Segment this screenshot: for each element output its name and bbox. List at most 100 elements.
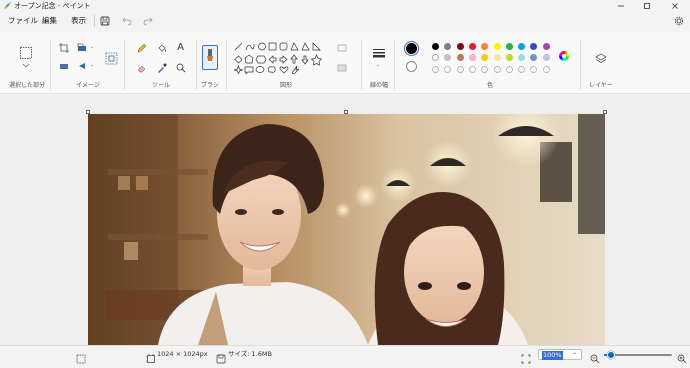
color-swatch[interactable] [456,43,464,50]
chevron-down-icon[interactable]: ⌄ [90,44,94,50]
image-crop-button[interactable] [105,52,118,65]
down-arrow-shape-icon [301,55,309,65]
color-swatch[interactable] [505,54,513,61]
chevron-down-icon: ⌄ [571,349,577,356]
right-arrow-shape-icon [279,55,288,64]
maximize-button[interactable] [636,0,658,12]
color-swatch[interactable] [468,43,476,50]
custom-color-slot[interactable] [493,66,501,73]
custom-color-slot[interactable] [542,66,550,73]
brush-icon [207,49,213,61]
four-point-star-shape-icon [234,64,244,74]
resize-button[interactable] [76,42,87,53]
fill-bucket-icon [158,44,166,52]
title-bar: オープン記念 - ペイント [0,0,690,12]
gear-icon [674,16,684,26]
custom-color-slot[interactable] [432,66,439,73]
selection-rectangle-icon [20,47,32,59]
rectangle-shape-icon [268,42,277,51]
file-size-indicator [216,349,226,364]
magnifier-button[interactable] [175,62,186,73]
group-label-colors: 色 [486,82,493,89]
polygon-shape-icon [290,42,299,51]
menu-file[interactable]: ファイル [8,12,38,30]
shape-fill-button[interactable] [336,62,348,73]
edit-colors-button[interactable] [559,51,569,61]
chevron-down-icon[interactable]: ⌄ [376,62,380,68]
menu-edit[interactable]: 編集 [42,12,57,30]
minimize-icon [618,5,624,7]
zoom-in-button[interactable] [677,349,687,364]
zoom-level-select[interactable]: 100% ⌄ [538,349,582,360]
chevron-down-icon[interactable]: ⌄ [90,62,94,68]
color-picker-button[interactable] [156,62,167,73]
diamond-shape-icon [234,55,243,64]
line-shape-icon [234,42,243,51]
oval-shape-icon [258,42,266,51]
primary-color-button[interactable] [404,41,419,56]
text-button[interactable]: A [175,42,186,53]
image-select-icon [59,63,68,69]
color-swatch[interactable] [493,43,501,50]
color-swatch[interactable] [468,54,476,61]
up-arrow-shape-icon [290,54,298,64]
custom-color-slot[interactable] [468,66,476,73]
group-label-selection: 選択した部分 [8,82,45,89]
rotate-button[interactable] [76,60,87,71]
zoom-out-button[interactable] [590,349,600,364]
color-swatch[interactable] [542,43,550,50]
custom-color-slot[interactable] [505,66,513,73]
group-label-tools: ツール [151,82,170,89]
pencil-button[interactable] [136,42,147,53]
rounded-rectangle-shape-icon [279,42,288,51]
shape-outline-button[interactable] [336,42,348,53]
color-swatch[interactable] [505,43,513,50]
color-swatch[interactable] [542,54,550,61]
eraser-button[interactable] [136,62,147,73]
save-icon [216,354,226,364]
undo-button[interactable] [121,14,133,28]
shapes-gallery[interactable] [234,42,328,74]
canvas-image[interactable] [88,114,605,345]
settings-button[interactable] [673,14,685,28]
zoom-slider-thumb[interactable] [606,351,615,359]
window-title: オープン記念 - ペイント [14,2,91,10]
group-label-layers: レイヤー [589,82,613,89]
ribbon-divider [226,40,227,90]
secondary-color-button[interactable] [406,61,417,72]
fill-button[interactable] [156,42,167,53]
magnifier-icon [176,63,185,72]
stroke-width-button[interactable] [372,47,386,59]
redo-button[interactable] [142,14,154,28]
select-button[interactable] [19,46,33,60]
ribbon-divider [124,40,125,90]
close-button[interactable] [664,0,686,12]
zoom-slider[interactable] [604,351,672,359]
zoom-value: 100% [542,351,563,360]
save-button[interactable] [99,14,111,28]
fit-to-window-icon [521,354,531,364]
selection-icon [76,354,86,364]
pencil-icon [137,43,146,52]
minimize-button[interactable] [610,0,632,12]
custom-color-slot[interactable] [456,66,464,73]
image-select-button[interactable] [58,60,69,71]
color-swatch[interactable] [432,54,439,61]
left-arrow-shape-icon [268,55,277,64]
select-dropdown[interactable] [21,62,31,68]
curve-shape-icon [245,43,255,51]
layers-button[interactable] [594,52,607,65]
brush-button[interactable] [202,45,218,70]
primary-color-swatch [406,43,417,54]
color-swatch[interactable] [493,54,501,61]
color-swatch[interactable] [456,54,464,61]
hexagon-shape-icon [255,55,267,64]
canvas-size-icon [146,354,155,363]
paint-app-icon [3,1,12,10]
eyedropper-icon [157,63,166,73]
crop-button[interactable] [58,42,69,53]
zoom-in-icon [677,354,687,364]
menu-view[interactable]: 表示 [71,12,86,30]
color-swatch[interactable] [432,43,439,50]
fit-to-window-button[interactable] [521,349,531,364]
